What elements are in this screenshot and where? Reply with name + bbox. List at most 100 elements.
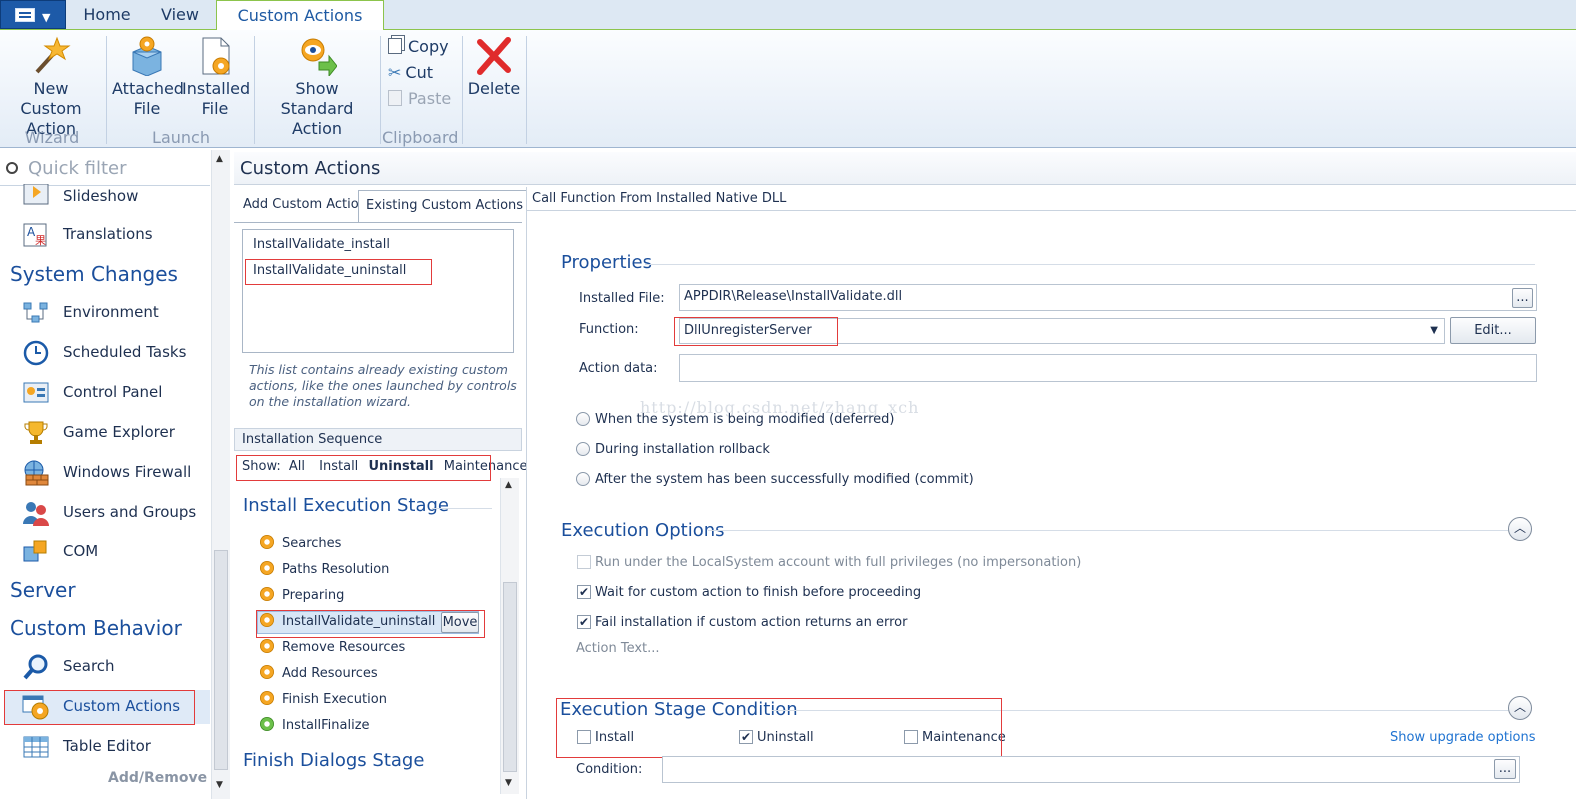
checkbox-localsystem-label[interactable]: Run under the LocalSystem account with f…	[595, 555, 1081, 570]
quick-filter-placeholder: Quick filter	[28, 158, 127, 179]
nav-label: Environment	[63, 303, 159, 321]
condition-browse-button[interactable]: ...	[1494, 759, 1516, 779]
checkbox-fail[interactable]: ✔	[577, 615, 591, 629]
checkbox-wait[interactable]: ✔	[577, 585, 591, 599]
checkbox-fail-label[interactable]: Fail installation if custom action retur…	[595, 615, 907, 630]
clock-icon	[23, 340, 49, 366]
app-menu-button[interactable]: ▼	[0, 0, 66, 29]
nav-label: Windows Firewall	[63, 463, 192, 481]
firewall-icon	[24, 460, 49, 486]
gear-icon	[260, 717, 274, 731]
cut-button[interactable]: ✂ Cut	[388, 62, 433, 84]
list-item[interactable]: InstallValidate_install	[253, 237, 390, 252]
sequence-scroll-thumb[interactable]	[503, 582, 517, 772]
magnifier-icon	[23, 654, 48, 680]
show-standard-action-line1: Show Standard	[280, 79, 354, 118]
new-custom-action-button[interactable]: New Custom Action	[2, 36, 100, 139]
seq-label: Searches	[282, 536, 342, 551]
checkbox-wait-label[interactable]: Wait for custom action to finish before …	[595, 585, 921, 600]
installation-sequence-header: Installation Sequence	[234, 428, 522, 451]
seq-item-preparing[interactable]: Preparing	[260, 585, 344, 607]
checkbox-localsystem[interactable]	[577, 555, 591, 569]
stage-divider	[432, 508, 492, 509]
nav-label: Game Explorer	[63, 423, 175, 441]
installed-file-line2: File	[201, 99, 229, 118]
collapse-up-icon[interactable]: ︿	[1508, 696, 1532, 720]
collapse-up-icon[interactable]: ︿	[1508, 517, 1532, 541]
search-icon	[6, 162, 18, 174]
page-title: Custom Actions	[234, 152, 1576, 185]
section-properties: Properties	[561, 252, 652, 273]
nav-label: COM	[63, 542, 99, 560]
seq-label: Remove Resources	[282, 640, 406, 655]
edit-button[interactable]: Edit...	[1450, 317, 1536, 344]
nav-scrollbar[interactable]: ▲ ▼	[211, 150, 230, 799]
add-remove-link[interactable]: Add/Remove	[108, 770, 207, 786]
tab-add-custom-action[interactable]: Add Custom Action	[236, 190, 374, 222]
group-label-launch: Launch	[152, 128, 210, 147]
action-type-header: Call Function From Installed Native DLL	[526, 187, 1576, 211]
copy-label: Copy	[408, 37, 449, 56]
installed-file-browse-button[interactable]: ...	[1512, 288, 1533, 308]
seq-item-searches[interactable]: Searches	[260, 533, 341, 555]
menu-icon	[15, 8, 35, 22]
scroll-up-arrow-icon[interactable]: ▲	[505, 480, 512, 490]
red-annotation-box	[236, 455, 491, 481]
copy-button[interactable]: Copy	[388, 36, 449, 58]
nav-heading-system-changes: System Changes	[10, 262, 178, 286]
stage-install-execution[interactable]: Install Execution Stage	[243, 495, 449, 516]
seq-label: Finish Execution	[282, 692, 387, 707]
attached-file-button[interactable]: Attached File	[112, 36, 184, 119]
stage-finish-dialogs[interactable]: Finish Dialogs Stage	[243, 750, 424, 771]
seq-item-add-resources[interactable]: Add Resources	[260, 663, 378, 685]
tab-view[interactable]: View	[150, 0, 210, 30]
red-annotation-box	[256, 610, 485, 638]
nav-label: Search	[63, 657, 115, 675]
scroll-up-arrow-icon[interactable]: ▲	[216, 154, 223, 164]
cut-label: Cut	[405, 63, 433, 82]
show-standard-action-button[interactable]: Show Standard Action	[258, 36, 376, 139]
seq-label: Preparing	[282, 588, 345, 603]
radio-commit-label[interactable]: After the system has been successfully m…	[595, 472, 974, 487]
installed-file-field[interactable]: APPDIR\Release\InstallValidate.dll	[679, 284, 1537, 311]
radio-rollback[interactable]	[576, 442, 590, 456]
nav-label: Slideshow	[63, 187, 139, 205]
environment-icon	[23, 302, 48, 323]
file-gear-icon	[202, 37, 230, 75]
radio-commit[interactable]	[576, 472, 590, 486]
radio-deferred-label[interactable]: When the system is being modified (defer…	[595, 412, 895, 427]
copy-icon	[388, 38, 402, 54]
red-annotation-box	[245, 259, 432, 285]
sequence-scrollbar[interactable]: ▲ ▼	[500, 478, 519, 794]
radio-deferred[interactable]	[576, 412, 590, 426]
section-execution-options: Execution Options	[561, 520, 725, 541]
scroll-down-arrow-icon[interactable]: ▼	[505, 778, 512, 788]
trophy-icon	[24, 421, 48, 444]
tab-existing-custom-actions[interactable]: Existing Custom Actions	[358, 190, 532, 222]
seq-label: InstallFinalize	[282, 718, 370, 733]
seq-item-remove-resources[interactable]: Remove Resources	[260, 637, 405, 659]
installed-file-button[interactable]: Installed File	[182, 36, 250, 119]
delete-button[interactable]: Delete	[466, 36, 522, 99]
condition-field[interactable]	[662, 756, 1520, 783]
tab-custom-actions[interactable]: Custom Actions	[216, 0, 384, 31]
seq-item-paths-resolution[interactable]: Paths Resolution	[260, 559, 389, 581]
seq-item-installfinalize[interactable]: InstallFinalize	[260, 715, 370, 737]
attached-file-line1: Attached	[112, 79, 184, 98]
delete-label: Delete	[467, 79, 521, 98]
paste-button[interactable]: Paste	[388, 88, 451, 110]
existing-actions-list[interactable]: InstallValidate_install InstallValidate_…	[242, 229, 514, 353]
new-custom-action-line1: New Custom	[20, 79, 82, 118]
action-text-link[interactable]: Action Text...	[576, 641, 660, 656]
scroll-down-arrow-icon[interactable]: ▼	[216, 780, 223, 790]
gear-icon	[260, 561, 274, 575]
show-upgrade-options-link[interactable]: Show upgrade options	[1390, 730, 1536, 745]
nav-heading-server[interactable]: Server	[10, 578, 76, 602]
gear-icon	[260, 665, 274, 679]
radio-rollback-label[interactable]: During installation rollback	[595, 442, 770, 457]
action-data-field[interactable]	[679, 354, 1537, 382]
seq-item-finish-execution[interactable]: Finish Execution	[260, 689, 387, 711]
ribbon-separator	[526, 36, 527, 144]
nav-scroll-thumb[interactable]	[214, 550, 228, 770]
tab-home[interactable]: Home	[72, 0, 142, 30]
